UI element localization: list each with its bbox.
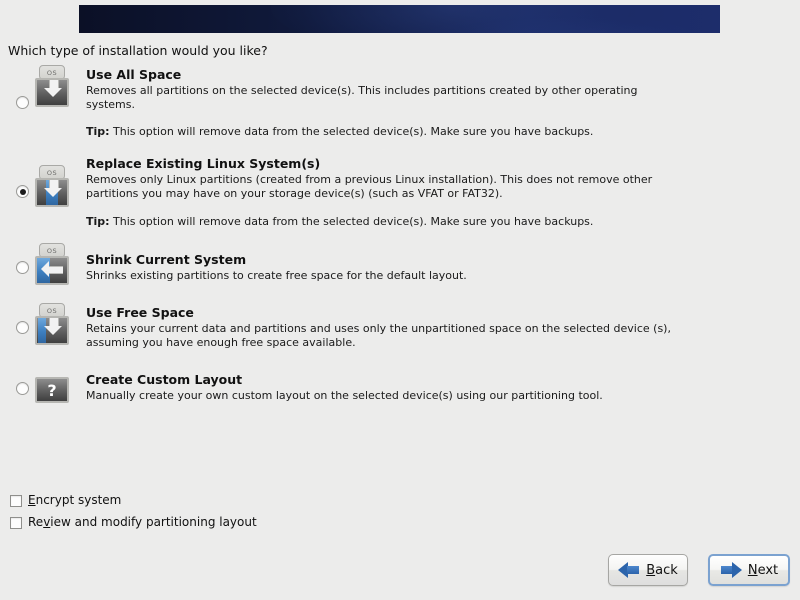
disk-free-space-icon: OS — [33, 303, 71, 347]
disk-question-icon: ? — [33, 375, 71, 405]
disk-body — [35, 256, 69, 285]
arrow-right-icon — [720, 562, 742, 578]
label-rest: ncrypt system — [36, 493, 122, 507]
option-tip-text: This option will remove data from the se… — [110, 125, 594, 138]
arrow-left-icon — [618, 562, 640, 578]
back-button-label: Back — [646, 563, 678, 578]
mnemonic-letter: N — [748, 563, 758, 578]
option-description: Removes only Linux partitions (created f… — [86, 173, 690, 200]
option-description: Retains your current data and partitions… — [86, 322, 686, 349]
option-title: Use All Space — [86, 67, 181, 82]
label-pre: Re — [28, 515, 43, 529]
label-rest: ack — [655, 563, 678, 578]
option-title: Shrink Current System — [86, 252, 246, 267]
checkbox-review-modify-partitioning[interactable] — [10, 517, 22, 529]
question-mark-glyph: ? — [37, 379, 67, 401]
option-description: Manually create your own custom layout o… — [86, 389, 686, 403]
option-tip-label: Tip: — [86, 215, 110, 228]
arrow-down-head — [44, 88, 62, 97]
option-tip: Tip: This option will remove data from t… — [86, 125, 706, 139]
arrow-down-head — [44, 188, 62, 197]
radio-create-custom-layout[interactable] — [16, 382, 29, 395]
arrow-down-head — [44, 326, 62, 335]
checkbox-review-modify-partitioning-label: Review and modify partitioning layout — [28, 515, 257, 529]
option-tip: Tip: This option will remove data from t… — [86, 215, 706, 229]
option-tip-label: Tip: — [86, 125, 110, 138]
option-title: Create Custom Layout — [86, 372, 242, 387]
disk-shrink-icon: OS — [33, 243, 71, 287]
option-title: Replace Existing Linux System(s) — [86, 156, 320, 171]
page-title: Which type of installation would you lik… — [8, 43, 268, 58]
disk-body — [35, 78, 69, 107]
radio-use-free-space[interactable] — [16, 321, 29, 334]
option-description: Shrinks existing partitions to create fr… — [86, 269, 686, 283]
radio-shrink-current-system[interactable] — [16, 261, 29, 274]
arrow-left-head — [41, 261, 49, 277]
disk-body: ? — [35, 377, 69, 403]
disk-body — [35, 178, 69, 207]
next-button[interactable]: Next — [708, 554, 790, 586]
radio-use-all-space[interactable] — [16, 96, 29, 109]
disk-replace-linux-icon: OS — [33, 165, 71, 209]
disk-body — [35, 316, 69, 345]
option-description: Removes all partitions on the selected d… — [86, 84, 686, 111]
label-rest: ext — [758, 563, 779, 578]
checkbox-encrypt-system-label: Encrypt system — [28, 493, 121, 507]
radio-replace-existing-linux[interactable] — [16, 185, 29, 198]
arrow-left-shaft — [49, 266, 63, 274]
installer-banner — [79, 5, 720, 33]
label-rest: iew and modify partitioning layout — [50, 515, 256, 529]
next-button-label: Next — [748, 563, 778, 578]
back-button[interactable]: Back — [608, 554, 688, 586]
mnemonic-letter: E — [28, 493, 36, 507]
option-tip-text: This option will remove data from the se… — [110, 215, 594, 228]
mnemonic-letter: B — [646, 563, 655, 578]
disk-use-all-space-icon: OS — [33, 65, 71, 109]
checkbox-encrypt-system[interactable] — [10, 495, 22, 507]
option-title: Use Free Space — [86, 305, 194, 320]
